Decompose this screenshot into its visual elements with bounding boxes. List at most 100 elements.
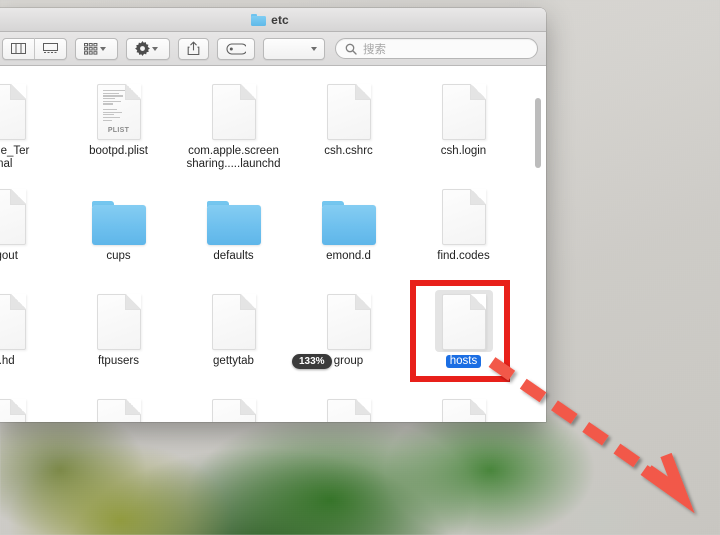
- file-item[interactable]: emond.d: [291, 171, 406, 276]
- document-file-icon: [0, 294, 26, 350]
- file-item[interactable]: cups: [61, 171, 176, 276]
- file-item[interactable]: b.hd: [0, 276, 61, 381]
- arrange-button[interactable]: [76, 38, 117, 59]
- file-name-label: Apple_Ter inal: [0, 145, 30, 170]
- file-grid[interactable]: Apple_Ter inal PLIST bootpd.plist com.apple…: [0, 66, 546, 422]
- document-file-icon: [441, 189, 486, 245]
- file-item[interactable]: ogout: [0, 171, 61, 276]
- folder-icon: [91, 201, 146, 245]
- file-icon-slot: [0, 78, 35, 140]
- file-name-label: emond.d: [326, 250, 371, 262]
- tag-group[interactable]: [217, 37, 255, 60]
- action-menu-group[interactable]: [126, 37, 170, 60]
- view-mode-group[interactable]: [2, 37, 67, 60]
- file-grid-area[interactable]: Apple_Ter inal PLIST bootpd.plist com.apple…: [0, 66, 546, 422]
- folder-icon: [251, 13, 267, 26]
- document-file-icon: [441, 399, 486, 422]
- view-columns-button[interactable]: [3, 38, 34, 59]
- document-file-icon: [326, 294, 371, 350]
- document-file-icon: [326, 84, 371, 140]
- file-icon-slot: [433, 78, 495, 140]
- file-icon-slot: [203, 393, 265, 422]
- file-icon-slot: [88, 393, 150, 422]
- file-name-label: ftpusers: [98, 355, 139, 367]
- folder-icon: [321, 201, 376, 245]
- file-icon-slot: [0, 393, 35, 422]
- file-name-label: defaults: [213, 250, 254, 262]
- chevron-down-icon: [311, 46, 317, 51]
- file-item[interactable]: find.codes: [406, 171, 521, 276]
- file-item[interactable]: [61, 381, 176, 422]
- file-item[interactable]: PLIST bootpd.plist: [61, 66, 176, 171]
- tag-icon: [226, 42, 246, 55]
- document-file-icon: [96, 399, 141, 422]
- document-file-icon: [441, 84, 486, 140]
- file-name-label: ogout: [0, 250, 18, 262]
- view-coverflow-button[interactable]: [34, 38, 66, 59]
- file-name-label: bootpd.plist: [89, 145, 148, 157]
- folder-icon: [206, 201, 261, 245]
- file-icon-slot: [433, 393, 495, 422]
- plist-badge: PLIST: [107, 127, 130, 134]
- action-gear-button[interactable]: [127, 38, 169, 59]
- file-name-label: csh.login: [440, 145, 487, 157]
- document-file-icon: [0, 189, 26, 245]
- file-item[interactable]: hosts: [406, 276, 521, 381]
- document-file-icon: [96, 294, 141, 350]
- search-input[interactable]: 搜索: [335, 38, 538, 59]
- file-icon-slot: [433, 288, 495, 352]
- file-icon-slot: [0, 183, 35, 245]
- file-icon-slot: [203, 183, 265, 245]
- file-item[interactable]: com.apple.screen sharing.....launchd: [176, 66, 291, 171]
- file-item[interactable]: defaults: [176, 171, 291, 276]
- file-name-label: csh.cshrc: [324, 145, 373, 157]
- file-icon-slot: [203, 78, 265, 140]
- file-item[interactable]: [0, 381, 61, 422]
- document-file-icon: [0, 399, 26, 422]
- tag-button[interactable]: [218, 38, 254, 59]
- document-file-icon: [0, 84, 26, 140]
- file-item[interactable]: [176, 381, 291, 422]
- file-icon-slot: [433, 183, 495, 245]
- file-item[interactable]: Apple_Ter inal: [0, 66, 61, 171]
- file-icon-slot: [203, 288, 265, 350]
- page-title: etc: [271, 12, 289, 27]
- search-icon: [345, 43, 357, 55]
- window-titlebar[interactable]: etc: [0, 8, 546, 32]
- file-icon-slot: [88, 288, 150, 350]
- chevron-down-icon: [152, 46, 158, 51]
- search-placeholder: 搜索: [363, 43, 386, 56]
- file-item[interactable]: gettytab: [176, 276, 291, 381]
- arrange-grid-icon: [84, 42, 98, 55]
- file-name-label: gettytab: [213, 355, 254, 367]
- share-group[interactable]: [178, 37, 209, 60]
- file-icon-slot: [88, 183, 150, 245]
- file-item[interactable]: ftpusers: [61, 276, 176, 381]
- file-item[interactable]: csh.login: [406, 66, 521, 171]
- document-file-icon: [211, 294, 256, 350]
- file-name-label: hosts: [445, 355, 482, 368]
- file-icon-slot: PLIST: [88, 78, 150, 140]
- file-name-label: find.codes: [437, 250, 490, 262]
- zoom-level-badge: 133%: [292, 354, 332, 369]
- file-item[interactable]: [291, 381, 406, 422]
- finder-window[interactable]: etc 搜索 e_Ter nal PLIST bootpd.plist com.…: [0, 8, 546, 422]
- scrollbar-thumb[interactable]: [534, 98, 541, 168]
- file-item[interactable]: csh.cshrc: [291, 66, 406, 171]
- finder-toolbar[interactable]: 搜索: [0, 32, 546, 66]
- file-item[interactable]: [406, 381, 521, 422]
- file-name-label: group: [333, 355, 364, 367]
- file-icon-slot: [318, 288, 380, 350]
- file-icon-slot: [318, 78, 380, 140]
- file-icon-slot: [318, 393, 380, 422]
- document-file-icon: [326, 399, 371, 422]
- file-name-label: cups: [106, 250, 131, 262]
- share-button[interactable]: [179, 38, 208, 59]
- vertical-scrollbar[interactable]: [533, 68, 542, 420]
- window-title-group: etc: [251, 13, 289, 27]
- extra-dropdown[interactable]: [263, 37, 325, 60]
- file-name-label: b.hd: [0, 355, 15, 367]
- gear-icon: [135, 41, 150, 56]
- file-icon-slot: [318, 183, 380, 245]
- arrange-group[interactable]: [75, 37, 118, 60]
